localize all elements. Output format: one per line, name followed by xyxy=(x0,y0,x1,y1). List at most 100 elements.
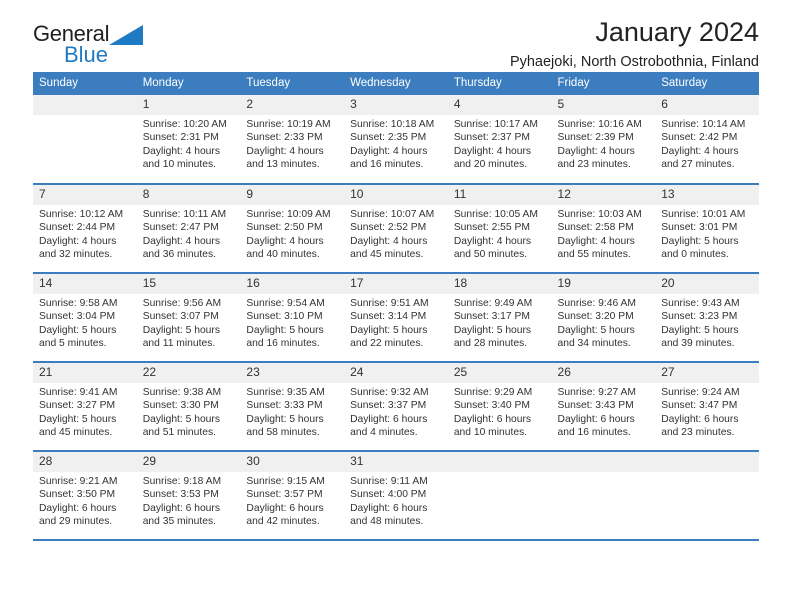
sunset-text: Sunset: 2:44 PM xyxy=(39,222,116,234)
calendar-day-cell[interactable]: 13 Sunrise: 10:01 AM Sunset: 3:01 PM Day… xyxy=(655,184,759,273)
sunrise-text: Sunrise: 10:03 AM xyxy=(557,209,642,220)
calendar-day-cell[interactable]: 15 Sunrise: 9:56 AM Sunset: 3:07 PM Dayl… xyxy=(136,273,241,362)
calendar-day-cell[interactable]: 22 Sunrise: 9:38 AM Sunset: 3:30 PM Dayl… xyxy=(136,362,241,451)
daylight-text-line2: and 42 minutes. xyxy=(246,515,320,527)
sunrise-text: Sunrise: 9:51 AM xyxy=(350,298,429,309)
daylight-text-line1: Daylight: 6 hours xyxy=(350,413,428,425)
daylight-text-line1: Daylight: 6 hours xyxy=(142,502,220,514)
calendar-day-cell[interactable]: 14 Sunrise: 9:58 AM Sunset: 3:04 PM Dayl… xyxy=(33,273,137,362)
day-details: Sunrise: 9:29 AM Sunset: 3:40 PM Dayligh… xyxy=(448,383,552,439)
sunrise-text: Sunrise: 9:46 AM xyxy=(557,298,636,309)
day-number xyxy=(33,95,137,115)
calendar-day-cell[interactable]: 3 Sunrise: 10:18 AM Sunset: 2:35 PM Dayl… xyxy=(344,95,448,184)
calendar-day-cell[interactable]: 16 Sunrise: 9:54 AM Sunset: 3:10 PM Dayl… xyxy=(240,273,345,362)
day-number: 24 xyxy=(344,363,448,383)
calendar-day-cell[interactable]: 4 Sunrise: 10:17 AM Sunset: 2:37 PM Dayl… xyxy=(447,95,552,184)
sunset-text: Sunset: 3:50 PM xyxy=(39,489,116,501)
calendar-day-cell[interactable]: 25 Sunrise: 9:29 AM Sunset: 3:40 PM Dayl… xyxy=(447,362,552,451)
calendar-day-cell[interactable]: 5 Sunrise: 10:16 AM Sunset: 2:39 PM Dayl… xyxy=(551,95,656,184)
calendar-day-cell[interactable]: 23 Sunrise: 9:35 AM Sunset: 3:33 PM Dayl… xyxy=(240,362,345,451)
calendar-day-cell[interactable]: 7 Sunrise: 10:12 AM Sunset: 2:44 PM Dayl… xyxy=(33,184,137,273)
day-details: Sunrise: 9:32 AM Sunset: 3:37 PM Dayligh… xyxy=(344,383,448,439)
sunrise-text: Sunrise: 10:09 AM xyxy=(246,209,331,220)
sunset-text: Sunset: 2:55 PM xyxy=(453,222,530,234)
sunset-text: Sunset: 3:40 PM xyxy=(453,400,530,412)
day-details: Sunrise: 9:43 AM Sunset: 3:23 PM Dayligh… xyxy=(655,294,759,350)
sunrise-text: Sunrise: 10:05 AM xyxy=(453,209,538,220)
day-number: 29 xyxy=(136,452,241,472)
daylight-text-line2: and 16 minutes. xyxy=(246,337,320,349)
sunrise-text: Sunrise: 9:27 AM xyxy=(557,387,636,398)
weekday-header-tuesday: Tuesday xyxy=(240,72,345,95)
daylight-text-line1: Daylight: 5 hours xyxy=(661,324,739,336)
day-number: 19 xyxy=(551,274,656,294)
daylight-text-line1: Daylight: 5 hours xyxy=(557,324,635,336)
sunrise-text: Sunrise: 9:56 AM xyxy=(142,298,222,309)
general-blue-logo[interactable]: General Blue xyxy=(33,22,233,78)
calendar-day-cell[interactable]: 18 Sunrise: 9:49 AM Sunset: 3:17 PM Dayl… xyxy=(447,273,552,362)
sunset-text: Sunset: 2:52 PM xyxy=(350,222,427,234)
calendar-day-cell[interactable]: 6 Sunrise: 10:14 AM Sunset: 2:42 PM Dayl… xyxy=(655,95,759,184)
sunset-text: Sunset: 2:47 PM xyxy=(142,222,219,234)
calendar-day-cell[interactable]: 29 Sunrise: 9:18 AM Sunset: 3:53 PM Dayl… xyxy=(136,451,241,540)
calendar-day-cell[interactable]: 11 Sunrise: 10:05 AM Sunset: 2:55 PM Day… xyxy=(447,184,552,273)
calendar-day-cell[interactable] xyxy=(655,451,759,540)
calendar-day-cell[interactable]: 10 Sunrise: 10:07 AM Sunset: 2:52 PM Day… xyxy=(344,184,448,273)
daylight-text-line2: and 40 minutes. xyxy=(246,248,320,260)
calendar-day-cell[interactable]: 2 Sunrise: 10:19 AM Sunset: 2:33 PM Dayl… xyxy=(240,95,345,184)
daylight-text-line2: and 34 minutes. xyxy=(557,337,631,349)
daylight-text-line2: and 23 minutes. xyxy=(661,426,735,438)
sunrise-text: Sunrise: 10:19 AM xyxy=(246,119,331,130)
sunset-text: Sunset: 3:14 PM xyxy=(350,311,427,323)
calendar-day-cell[interactable]: 12 Sunrise: 10:03 AM Sunset: 2:58 PM Day… xyxy=(551,184,656,273)
calendar-day-cell[interactable]: 17 Sunrise: 9:51 AM Sunset: 3:14 PM Dayl… xyxy=(344,273,448,362)
daylight-text-line1: Daylight: 4 hours xyxy=(453,235,532,247)
calendar-day-cell[interactable]: 19 Sunrise: 9:46 AM Sunset: 3:20 PM Dayl… xyxy=(551,273,656,362)
calendar-day-cell[interactable]: 21 Sunrise: 9:41 AM Sunset: 3:27 PM Dayl… xyxy=(33,362,137,451)
day-details: Sunrise: 9:58 AM Sunset: 3:04 PM Dayligh… xyxy=(33,294,137,350)
daylight-text-line2: and 51 minutes. xyxy=(142,426,216,438)
title-block: January 2024 Pyhaejoki, North Ostrobothn… xyxy=(510,16,759,72)
day-details: Sunrise: 9:18 AM Sunset: 3:53 PM Dayligh… xyxy=(137,472,241,528)
calendar-day-cell[interactable]: 1 Sunrise: 10:20 AM Sunset: 2:31 PM Dayl… xyxy=(136,95,241,184)
daylight-text-line2: and 5 minutes. xyxy=(39,337,107,349)
calendar-day-cell[interactable] xyxy=(551,451,656,540)
day-number: 27 xyxy=(655,363,759,383)
daylight-text-line2: and 16 minutes. xyxy=(350,158,424,170)
day-number: 7 xyxy=(33,185,137,205)
day-details: Sunrise: 9:38 AM Sunset: 3:30 PM Dayligh… xyxy=(137,383,241,439)
calendar-day-cell[interactable]: 28 Sunrise: 9:21 AM Sunset: 3:50 PM Dayl… xyxy=(33,451,137,540)
daylight-text-line1: Daylight: 4 hours xyxy=(453,145,532,157)
day-details: Sunrise: 9:56 AM Sunset: 3:07 PM Dayligh… xyxy=(137,294,241,350)
calendar-day-cell[interactable]: 20 Sunrise: 9:43 AM Sunset: 3:23 PM Dayl… xyxy=(655,273,759,362)
daylight-text-line2: and 10 minutes. xyxy=(453,426,528,438)
calendar-day-cell[interactable] xyxy=(33,95,137,184)
daylight-text-line2: and 16 minutes. xyxy=(557,426,631,438)
day-number: 28 xyxy=(33,452,137,472)
calendar-day-cell[interactable]: 24 Sunrise: 9:32 AM Sunset: 3:37 PM Dayl… xyxy=(344,362,448,451)
daylight-text-line2: and 10 minutes. xyxy=(142,158,216,170)
calendar-day-cell[interactable]: 30 Sunrise: 9:15 AM Sunset: 3:57 PM Dayl… xyxy=(240,451,345,540)
calendar-day-cell[interactable]: 31 Sunrise: 9:11 AM Sunset: 4:00 PM Dayl… xyxy=(344,451,448,540)
calendar-day-cell[interactable]: 26 Sunrise: 9:27 AM Sunset: 3:43 PM Dayl… xyxy=(551,362,656,451)
daylight-text-line2: and 39 minutes. xyxy=(661,337,735,349)
sunset-text: Sunset: 3:53 PM xyxy=(142,489,219,501)
calendar-day-cell[interactable]: 8 Sunrise: 10:11 AM Sunset: 2:47 PM Dayl… xyxy=(136,184,241,273)
sunrise-text: Sunrise: 10:01 AM xyxy=(661,209,746,220)
calendar-day-cell[interactable] xyxy=(447,451,552,540)
day-number: 1 xyxy=(136,95,241,115)
sunrise-text: Sunrise: 9:32 AM xyxy=(350,387,429,398)
daylight-text-line2: and 58 minutes. xyxy=(246,426,320,438)
day-number: 2 xyxy=(240,95,345,115)
sunset-text: Sunset: 3:30 PM xyxy=(142,400,219,412)
daylight-text-line1: Daylight: 5 hours xyxy=(453,324,532,336)
sunset-text: Sunset: 2:50 PM xyxy=(246,222,323,234)
day-details: Sunrise: 10:16 AM Sunset: 2:39 PM Daylig… xyxy=(552,115,656,171)
day-details: Sunrise: 10:20 AM Sunset: 2:31 PM Daylig… xyxy=(137,115,241,171)
calendar-day-cell[interactable]: 27 Sunrise: 9:24 AM Sunset: 3:47 PM Dayl… xyxy=(655,362,759,451)
day-number: 10 xyxy=(344,185,448,205)
sunrise-text: Sunrise: 10:17 AM xyxy=(453,119,538,130)
sunset-text: Sunset: 3:17 PM xyxy=(453,311,530,323)
sunrise-text: Sunrise: 10:20 AM xyxy=(142,119,227,130)
calendar-day-cell[interactable]: 9 Sunrise: 10:09 AM Sunset: 2:50 PM Dayl… xyxy=(240,184,345,273)
